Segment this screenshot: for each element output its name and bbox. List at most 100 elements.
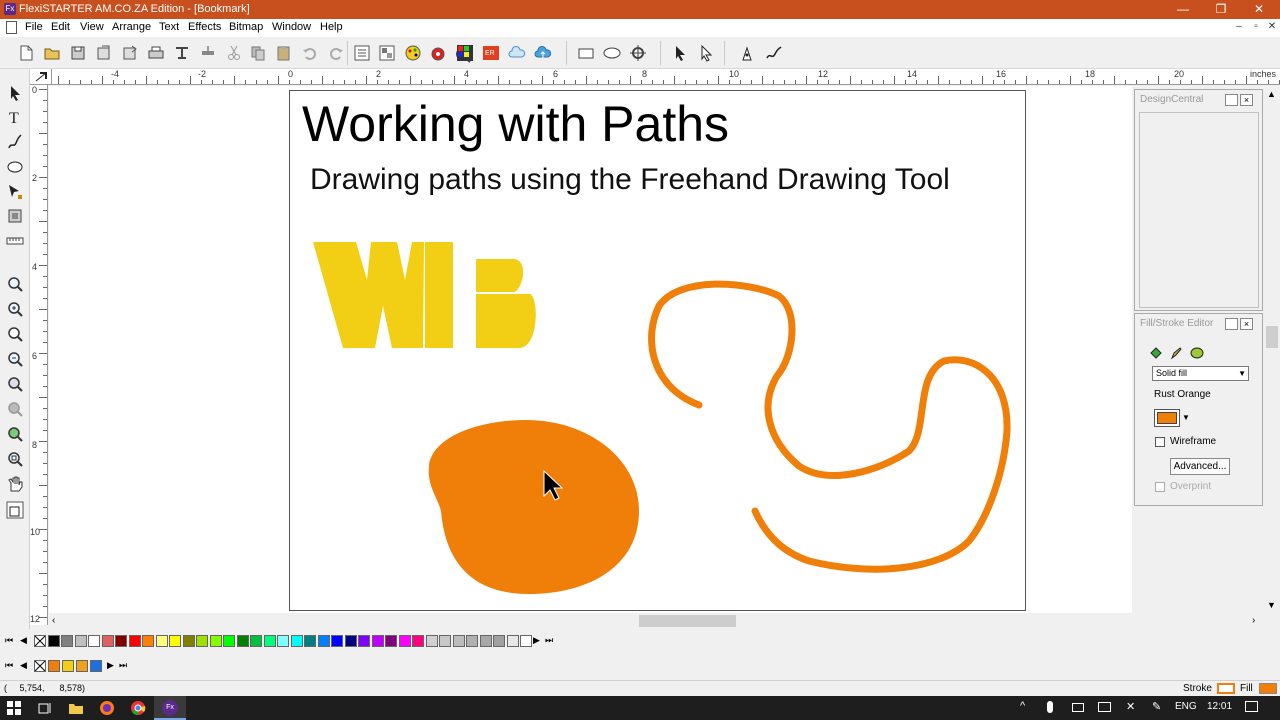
target-icon[interactable]: [628, 43, 648, 63]
freehand-path-upper[interactable]: [648, 280, 1011, 573]
firefox-icon[interactable]: [99, 700, 115, 716]
windows-start-icon[interactable]: [6, 700, 22, 716]
palette-first-icon[interactable]: ⏮: [5, 635, 13, 646]
scroll-right-icon[interactable]: ›: [1252, 615, 1255, 626]
mdi-close-button[interactable]: ✕: [1264, 21, 1280, 32]
palette-swatch[interactable]: [398, 635, 411, 647]
palette-swatch[interactable]: [358, 635, 370, 647]
palette-swatch[interactable]: [317, 635, 330, 647]
palette-swatch[interactable]: [90, 660, 102, 672]
orange-blob-shape[interactable]: [428, 419, 639, 594]
menu-arrange[interactable]: Arrange: [112, 21, 151, 33]
task-view-icon[interactable]: [37, 700, 53, 716]
fill-color-swatch-button[interactable]: [1154, 409, 1180, 427]
network-icon[interactable]: [1098, 702, 1111, 712]
menu-effects[interactable]: Effects: [188, 21, 221, 33]
palette-swatch[interactable]: [74, 635, 87, 647]
zoom-fit-icon[interactable]: [5, 449, 25, 469]
new-file-icon[interactable]: [16, 43, 36, 63]
select-tool-icon[interactable]: [5, 83, 25, 103]
rectangle-icon[interactable]: [576, 43, 596, 63]
scroll-left-icon[interactable]: ‹: [52, 615, 55, 626]
save-icon[interactable]: [68, 43, 88, 63]
palette-first-icon[interactable]: ⏮: [5, 660, 13, 671]
cut-plot-icon[interactable]: [172, 43, 192, 63]
palette-swatch[interactable]: [88, 635, 100, 647]
palette-swatch[interactable]: [371, 635, 384, 647]
mdi-restore-button[interactable]: ▫: [1248, 21, 1264, 32]
menu-help[interactable]: Help: [320, 21, 343, 33]
volume-muted-icon[interactable]: ✕: [1126, 700, 1135, 713]
panel-close-button[interactable]: ×: [1240, 318, 1253, 330]
copy-icon[interactable]: [248, 43, 268, 63]
vertical-scrollbar[interactable]: ▲ ▼: [1264, 86, 1280, 613]
palette-swatch[interactable]: [62, 660, 74, 672]
zoom-in-icon[interactable]: [5, 299, 25, 319]
palette-swatch-none[interactable]: [34, 660, 46, 672]
chevron-down-icon[interactable]: ▼: [1182, 413, 1190, 422]
wb-logo[interactable]: [313, 242, 536, 348]
palette-swatch[interactable]: [182, 635, 195, 647]
palette-swatch[interactable]: [47, 635, 60, 647]
horizontal-ruler[interactable]: -4 -2 0 2 4 6 8 10 12 14 16 18 20 inches: [52, 69, 1280, 85]
palette-swatch[interactable]: [61, 635, 73, 647]
palette-swatch[interactable]: [101, 635, 114, 647]
menu-edit[interactable]: Edit: [51, 21, 70, 33]
overprint-checkbox[interactable]: [1155, 482, 1165, 492]
palette-swatch[interactable]: [169, 635, 181, 647]
palette-swatch[interactable]: [466, 635, 478, 647]
fill-type-select[interactable]: Solid fill ▼: [1152, 366, 1249, 381]
palette-swatch[interactable]: [196, 635, 208, 647]
zoom-selection-icon[interactable]: [5, 399, 25, 419]
palette-next-icon[interactable]: ▶: [533, 635, 540, 646]
palette-swatch[interactable]: [76, 660, 88, 672]
zoom-window-icon[interactable]: [5, 274, 25, 294]
battery-icon[interactable]: [1072, 703, 1084, 712]
palette-last-icon[interactable]: ⏭: [545, 635, 553, 646]
pen-tool-icon[interactable]: [738, 43, 758, 63]
align-icon[interactable]: [352, 43, 372, 63]
open-file-icon[interactable]: [42, 43, 62, 63]
file-explorer-icon[interactable]: [68, 700, 84, 716]
menu-window[interactable]: Window: [272, 21, 311, 33]
menu-text[interactable]: Text: [159, 21, 179, 33]
panel-minimize-button[interactable]: [1225, 94, 1238, 106]
paste-icon[interactable]: [274, 43, 294, 63]
palette-swatch[interactable]: [155, 635, 168, 647]
palette-swatch[interactable]: [344, 635, 357, 647]
zoom-page-icon[interactable]: [5, 324, 25, 344]
color-drop-icon[interactable]: [428, 43, 448, 63]
clock[interactable]: 12:01: [1207, 701, 1232, 712]
stroke-color-indicator[interactable]: [1217, 683, 1235, 694]
palette-swatch[interactable]: [439, 635, 451, 647]
wireframe-checkbox[interactable]: [1155, 437, 1165, 447]
cloud-icon[interactable]: [507, 43, 527, 63]
palette-swatch[interactable]: [412, 635, 424, 647]
microphone-icon[interactable]: [1047, 701, 1053, 713]
language-indicator[interactable]: ENG: [1175, 701, 1197, 712]
freehand-tool-icon[interactable]: [764, 43, 784, 63]
palette-swatch[interactable]: [479, 635, 492, 647]
palette-swatch[interactable]: [277, 635, 289, 647]
palette-next-icon[interactable]: ▶: [107, 660, 114, 671]
palette-last-icon[interactable]: ⏭: [119, 660, 127, 671]
freehand-tool-icon[interactable]: [5, 132, 25, 152]
effects-fill-icon[interactable]: [1190, 346, 1204, 360]
palette-swatch[interactable]: [493, 635, 505, 647]
zoom-previous-icon[interactable]: [5, 424, 25, 444]
node-select-icon[interactable]: [696, 43, 716, 63]
er-icon[interactable]: ER: [481, 43, 501, 63]
show-hidden-icons-icon[interactable]: ^: [1020, 700, 1025, 712]
restore-button[interactable]: ❐: [1202, 0, 1240, 19]
palette-swatch[interactable]: [506, 635, 519, 647]
vertical-scroll-thumb[interactable]: [1266, 326, 1278, 348]
mdi-minimize-button[interactable]: –: [1231, 21, 1247, 32]
palette-swatch-none[interactable]: [34, 635, 46, 647]
ellipse-tool-icon[interactable]: [5, 157, 25, 177]
palette-swatch[interactable]: [115, 635, 127, 647]
palette-prev-icon[interactable]: ◀: [20, 635, 27, 646]
document-icon[interactable]: [6, 21, 17, 34]
palette-swatch[interactable]: [425, 635, 438, 647]
scroll-up-icon[interactable]: ▲: [1267, 89, 1276, 99]
palette-swatch[interactable]: [236, 635, 249, 647]
